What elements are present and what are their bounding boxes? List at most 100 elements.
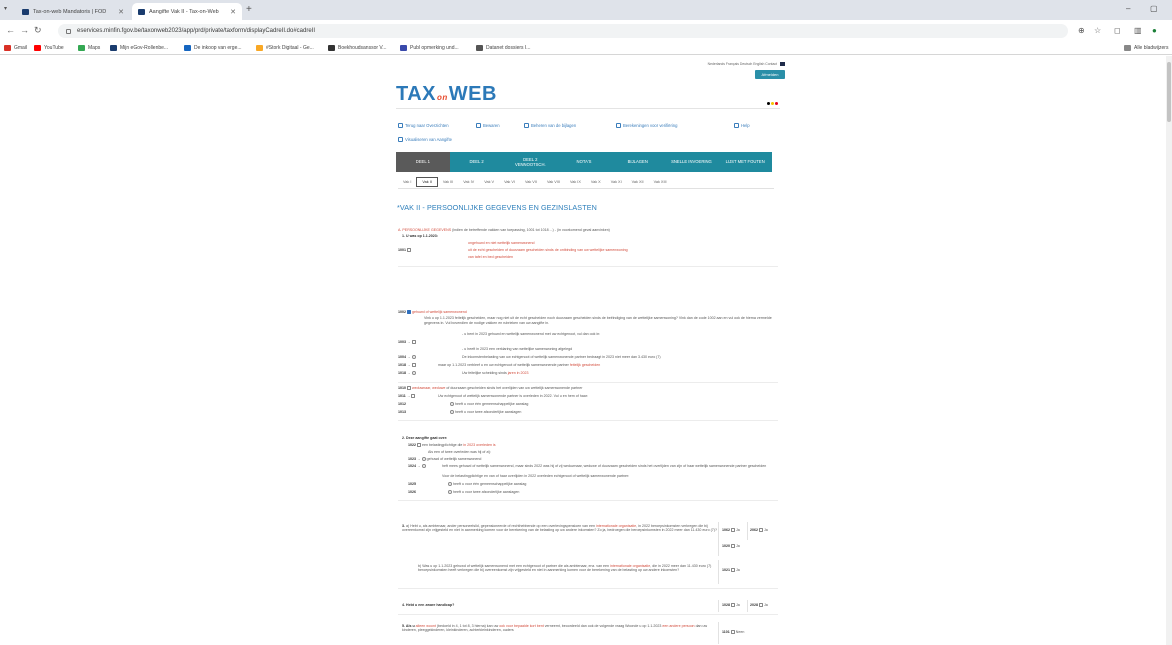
zoom-icon[interactable]: ⊕ bbox=[1078, 26, 1085, 35]
forward-icon[interactable]: → bbox=[20, 25, 29, 35]
action-label: Terug naar Overzichten bbox=[405, 123, 449, 128]
tab-deel-2-vennootsch[interactable]: DEEL 2 VENNOOTSCH. bbox=[503, 152, 557, 172]
checkbox-1022[interactable] bbox=[417, 443, 421, 448]
bookmark-star-icon[interactable]: ☆ bbox=[1094, 26, 1101, 35]
question-3: 3. bbox=[402, 524, 405, 528]
help-link[interactable]: Help bbox=[734, 123, 750, 128]
calculation-link[interactable]: Berekeningen voor verifiëring bbox=[616, 123, 677, 128]
subtab-vak-11[interactable]: Vak XI bbox=[606, 178, 627, 186]
bookmark-publ[interactable]: Publ opmerking und... bbox=[400, 45, 459, 51]
tab-notas[interactable]: NOTA'S bbox=[557, 152, 611, 172]
option-ongehuwd[interactable]: ongehuwd en niet wettelijk samenwonend bbox=[468, 241, 535, 245]
tab-snelle-invoering[interactable]: SNELLE INVOERING bbox=[665, 152, 719, 172]
checkbox-1018[interactable] bbox=[411, 363, 416, 368]
tab-deel-2[interactable]: DEEL 2 bbox=[450, 152, 504, 172]
bookmark-stork[interactable]: #Stork Digitaal - Ge... bbox=[256, 45, 314, 51]
radio-1004[interactable] bbox=[411, 355, 416, 360]
question-5-d: Woonde u op 1.1.2023 bbox=[625, 624, 662, 628]
logout-button[interactable]: Afmelden bbox=[755, 70, 785, 79]
reload-icon[interactable]: ↻ bbox=[34, 25, 42, 36]
subtab-vak-2[interactable]: Vak II bbox=[416, 177, 438, 187]
married-note: Vink u op 1.1.2023 feitelijk gescheiden,… bbox=[424, 316, 772, 325]
minimize-icon[interactable]: – bbox=[1126, 4, 1130, 13]
subtab-vak-9[interactable]: Vak IX bbox=[565, 178, 586, 186]
radio-1026[interactable] bbox=[448, 490, 452, 495]
checkbox-1010[interactable] bbox=[407, 386, 411, 391]
save-link[interactable]: Bewaren bbox=[476, 123, 500, 128]
page-scrollbar[interactable] bbox=[1166, 56, 1172, 645]
close-tab-icon[interactable]: ✕ bbox=[230, 8, 236, 16]
scrollbar-thumb[interactable] bbox=[1167, 62, 1171, 122]
back-overview-link[interactable]: Terug naar Overzichten bbox=[398, 123, 449, 128]
top-links-text[interactable]: Nederlands Français Deutsch English Cont… bbox=[708, 62, 777, 66]
radio-1013[interactable] bbox=[450, 410, 454, 415]
checkbox-1020[interactable] bbox=[731, 544, 735, 549]
browser-tab-active[interactable]: Aangifte Vak II - Tax-on-Web ✕ bbox=[132, 3, 242, 20]
attachments-link[interactable]: Beheren van de bijlagen bbox=[524, 123, 576, 128]
logo-tax: TAX bbox=[396, 83, 437, 105]
browser-tab-inactive[interactable]: Tax-on-web Mandatoris | FOD ✕ bbox=[16, 3, 130, 20]
subtab-vak-8[interactable]: Vak VIII bbox=[542, 178, 565, 186]
checkbox-1011[interactable] bbox=[411, 394, 416, 399]
subtab-vak-10[interactable]: Vak X bbox=[586, 178, 606, 186]
subtab-vak-6[interactable]: Vak VI bbox=[499, 178, 520, 186]
code-1024: 1024 bbox=[408, 464, 416, 468]
sidebar-icon[interactable]: ▥ bbox=[1134, 26, 1142, 35]
code-1028: 1028 bbox=[722, 603, 730, 607]
widow-label: weduwnaar, weduwe bbox=[412, 386, 446, 390]
taxonweb-favicon-icon bbox=[138, 8, 145, 15]
back-icon[interactable]: ← bbox=[6, 25, 15, 35]
radio-1018[interactable] bbox=[411, 371, 416, 376]
language-links[interactable]: Nederlands Français Deutsch English Cont… bbox=[708, 62, 785, 66]
all-bookmarks[interactable]: Alle bladwijzers bbox=[1124, 45, 1168, 51]
radio-1024[interactable] bbox=[421, 464, 426, 469]
subtab-vak-12[interactable]: Vak XII bbox=[627, 178, 649, 186]
tab-search-icon[interactable]: ▾ bbox=[4, 5, 7, 12]
bookmark-boekhoud[interactable]: Boekhoudsanssor V... bbox=[328, 45, 386, 51]
bookmark-maps[interactable]: Maps bbox=[78, 45, 100, 51]
view-form-link[interactable]: Visualiseren van Aangifte bbox=[398, 137, 452, 142]
maximize-icon[interactable]: ▢ bbox=[1150, 4, 1158, 13]
radio-1023[interactable] bbox=[421, 457, 426, 462]
subtab-vak-7[interactable]: Vak VII bbox=[520, 178, 542, 186]
bookmark-egov[interactable]: Mijn eGov-Rollenbe... bbox=[110, 45, 168, 51]
checkbox-1021[interactable] bbox=[731, 568, 735, 573]
bookmark-youtube[interactable]: YouTube bbox=[34, 45, 64, 51]
subtab-vak-5[interactable]: Vak V bbox=[479, 178, 499, 186]
url-text: eservices.minfin.fgov.be/taxonweb2023/ap… bbox=[77, 28, 316, 34]
subtab-vak-1[interactable]: Vak I bbox=[398, 178, 416, 186]
radio-1025[interactable] bbox=[448, 482, 452, 487]
radio-1012[interactable] bbox=[450, 402, 454, 407]
address-bar[interactable]: eservices.minfin.fgov.be/taxonweb2023/ap… bbox=[58, 24, 1068, 38]
deceased-block: 2. Deze aangifte gaat over: 1022 een bel… bbox=[398, 436, 778, 516]
subtab-vak-4[interactable]: Vak IV bbox=[458, 178, 479, 186]
checkbox-1062[interactable] bbox=[731, 528, 735, 533]
site-info-icon[interactable] bbox=[66, 28, 71, 34]
question-1: 1. U was op 1.1.2023: bbox=[402, 234, 438, 238]
checkbox-1001[interactable] bbox=[407, 248, 411, 253]
new-tab-icon[interactable]: + bbox=[246, 4, 252, 15]
option-gescheiden[interactable]: uit de echt gescheiden of duurzaam gesch… bbox=[468, 248, 628, 252]
tab-lijst-met-fouten[interactable]: LIJST MET FOUTEN bbox=[718, 152, 772, 172]
checkbox-1002[interactable] bbox=[407, 310, 411, 315]
bookmark-inkoop[interactable]: De inkoop van erge... bbox=[184, 45, 242, 51]
code-1003: 1003 bbox=[398, 340, 406, 344]
option-tafel-bed[interactable]: van tafel en bed gescheiden bbox=[468, 255, 513, 259]
tab-deel-1[interactable]: DEEL 1 bbox=[396, 152, 450, 172]
checkbox-1003[interactable] bbox=[411, 340, 416, 345]
subtab-vak-13[interactable]: Vak XIII bbox=[649, 178, 672, 186]
checkbox-2062[interactable] bbox=[759, 528, 763, 533]
bookmark-datanet[interactable]: Datanet dossiers I... bbox=[476, 45, 530, 51]
checkbox-2028[interactable] bbox=[759, 603, 763, 608]
profile-icon[interactable]: ● bbox=[1152, 26, 1157, 35]
shield-icon bbox=[400, 45, 407, 51]
close-tab-icon[interactable]: ✕ bbox=[118, 8, 124, 16]
bookmark-gmail[interactable]: Gmail bbox=[4, 45, 27, 51]
extensions-icon[interactable]: ◻ bbox=[1114, 26, 1121, 35]
checkbox-1101[interactable] bbox=[730, 630, 735, 635]
subtab-vak-3[interactable]: Vak III bbox=[438, 178, 458, 186]
tab-bijlagen[interactable]: BIJLAGEN bbox=[611, 152, 665, 172]
checkbox-1028[interactable] bbox=[731, 603, 735, 608]
ja-label: Ja bbox=[736, 528, 740, 532]
widow-line: Uw echtgenoot of wettelijk samenwonende … bbox=[438, 394, 588, 398]
